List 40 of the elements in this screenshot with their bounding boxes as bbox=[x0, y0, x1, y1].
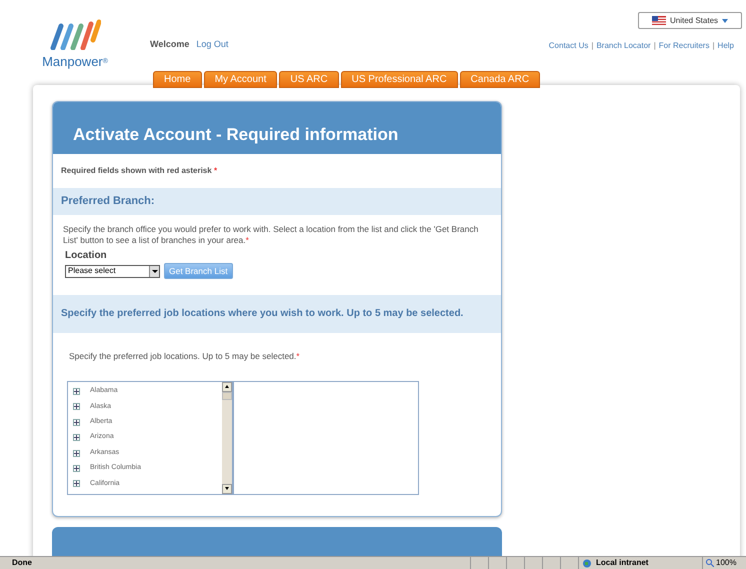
job-locations-instructions: Specify the preferred job locations. Up to 5 may be selected.* bbox=[69, 350, 301, 363]
expand-icon[interactable] bbox=[73, 450, 80, 456]
country-dropdown[interactable]: United States bbox=[638, 12, 742, 29]
required-note: Required fields shown with red asterisk * bbox=[61, 165, 218, 177]
header-link[interactable]: For Recruiters bbox=[658, 40, 710, 52]
expand-icon[interactable] bbox=[73, 388, 80, 395]
branch-instructions: Specify the branch office you would prefer to work with. Select a location from the list and click the 'Get Branch List' button to see a list of branches in your area.* bbox=[63, 224, 480, 246]
expand-icon[interactable] bbox=[73, 418, 80, 426]
expand-icon[interactable] bbox=[73, 434, 80, 442]
form-title: Activate Account - Required information bbox=[73, 124, 398, 146]
nav-tab[interactable]: US ARC bbox=[279, 70, 339, 88]
section-header: Preferred Branch: bbox=[53, 188, 501, 215]
zoom-level: 100% bbox=[716, 557, 736, 569]
expand-icon[interactable] bbox=[73, 480, 80, 488]
header-link[interactable]: Branch Locator bbox=[596, 40, 651, 52]
location-select[interactable]: Please select bbox=[65, 264, 160, 278]
nav-tab[interactable]: Home bbox=[153, 70, 202, 88]
logout-link[interactable]: Log Out bbox=[196, 38, 228, 52]
expand-icon[interactable] bbox=[73, 464, 80, 472]
nav-tab[interactable]: Canada ARC bbox=[460, 70, 540, 88]
header-link[interactable]: Contact Us bbox=[548, 40, 588, 52]
zone-text: Local intranet bbox=[596, 557, 648, 569]
welcome-text: Welcome bbox=[150, 38, 190, 51]
zoom-icon bbox=[706, 559, 714, 567]
logo-text: Manpower$^{®}$ bbox=[42, 53, 108, 71]
status-bar: Done Local intranet 100% bbox=[0, 556, 746, 569]
flag-icon bbox=[652, 16, 666, 25]
logo-icon bbox=[49, 18, 101, 50]
nav-tab[interactable]: My Account bbox=[204, 70, 278, 88]
globe-icon bbox=[582, 558, 593, 568]
header-link[interactable]: Help bbox=[718, 40, 734, 52]
expand-icon[interactable] bbox=[73, 403, 80, 410]
location-label: Location bbox=[65, 249, 108, 263]
nav-tab[interactable]: US Professional ARC bbox=[340, 70, 458, 88]
section-header: Specify the preferred job locations where you wish to work. Up to 5 may be selected. bbox=[53, 295, 501, 333]
separator: | bbox=[712, 40, 715, 52]
get-branch-list-button[interactable]: Get Branch List bbox=[164, 263, 233, 279]
caret-icon bbox=[722, 18, 728, 22]
separator: | bbox=[591, 40, 594, 52]
separator: | bbox=[654, 40, 656, 52]
